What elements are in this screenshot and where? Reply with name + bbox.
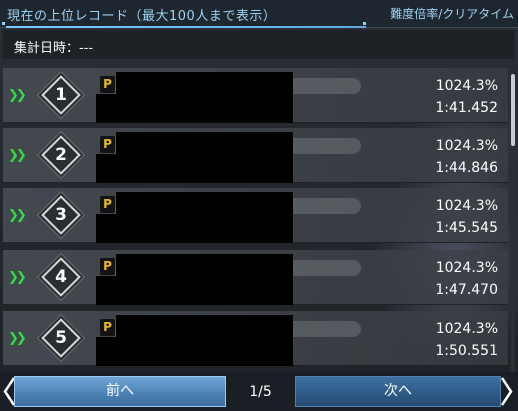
redacted-area: [96, 276, 293, 305]
ranking-list[interactable]: ❯❯ 1 P 1024.3% 1:41.452 ❯❯ 2 P 1024.3% 1…: [0, 68, 518, 370]
page-title: 現在の上位レコード（最大100人まで表示）: [7, 9, 277, 24]
ranking-row[interactable]: ❯❯ 3 P 1024.3% 1:45.545: [3, 188, 508, 243]
ranking-row[interactable]: ❯❯ 5 P 1024.3% 1:50.551: [3, 311, 508, 366]
double-arrow-icon: ❯❯: [8, 270, 27, 285]
redacted-area: [96, 154, 293, 183]
ranking-row[interactable]: ❯❯ 4 P 1024.3% 1:47.470: [3, 250, 508, 305]
prev-page-button[interactable]: 前へ: [14, 376, 226, 407]
redacted-name: [116, 192, 293, 216]
header-dot-left: [2, 22, 5, 25]
sort-label[interactable]: 難度倍率/クリアタイム: [390, 5, 514, 22]
difficulty-ratio: 1024.3%: [435, 198, 498, 214]
difficulty-ratio: 1024.3%: [435, 78, 498, 94]
rank-number: 4: [55, 267, 67, 287]
clear-time: 1:44.846: [435, 160, 498, 176]
title-underline: [6, 26, 366, 28]
double-arrow-icon: ❯❯: [8, 88, 27, 103]
rank-number: 5: [55, 328, 67, 348]
page-indicator: 1/5: [249, 384, 272, 400]
clear-time: 1:50.551: [435, 343, 498, 359]
double-arrow-icon: ❯❯: [8, 208, 27, 223]
rank-number: 3: [55, 205, 67, 225]
redacted-area: [96, 214, 293, 243]
redacted-name: [116, 254, 293, 278]
p-badge-icon: P: [100, 76, 115, 93]
p-badge-icon: P: [100, 136, 115, 153]
p-badge-icon: P: [100, 196, 115, 213]
aggregate-bar: 集計日時：---: [3, 30, 515, 59]
p-badge-icon: P: [100, 258, 115, 275]
p-badge-icon: P: [100, 319, 115, 336]
scrollbar-thumb[interactable]: [511, 74, 515, 146]
ranking-row[interactable]: ❯❯ 2 P 1024.3% 1:44.846: [3, 128, 508, 183]
pagination-footer: 前へ 1/5 次へ: [0, 372, 518, 411]
redacted-name: [116, 132, 293, 156]
double-arrow-icon: ❯❯: [8, 148, 27, 163]
next-page-button[interactable]: 次へ: [295, 376, 501, 407]
rank-number: 1: [55, 85, 67, 105]
redacted-name: [116, 72, 293, 96]
header-dot-right: [363, 22, 366, 25]
rank-number: 2: [55, 145, 67, 165]
difficulty-ratio: 1024.3%: [435, 138, 498, 154]
ranking-row[interactable]: ❯❯ 1 P 1024.3% 1:41.452: [3, 68, 508, 123]
difficulty-ratio: 1024.3%: [435, 260, 498, 276]
header: 現在の上位レコード（最大100人まで表示） 難度倍率/クリアタイム: [0, 0, 518, 28]
redacted-name: [116, 315, 293, 339]
scrollbar[interactable]: [511, 74, 515, 374]
clear-time: 1:45.545: [435, 220, 498, 236]
aggregate-label: 集計日時：---: [14, 41, 94, 56]
chevron-right-icon[interactable]: [500, 376, 514, 407]
double-arrow-icon: ❯❯: [8, 331, 27, 346]
redacted-area: [96, 337, 293, 366]
clear-time: 1:41.452: [435, 100, 498, 116]
redacted-area: [96, 94, 293, 123]
clear-time: 1:47.470: [435, 282, 498, 298]
difficulty-ratio: 1024.3%: [435, 321, 498, 337]
